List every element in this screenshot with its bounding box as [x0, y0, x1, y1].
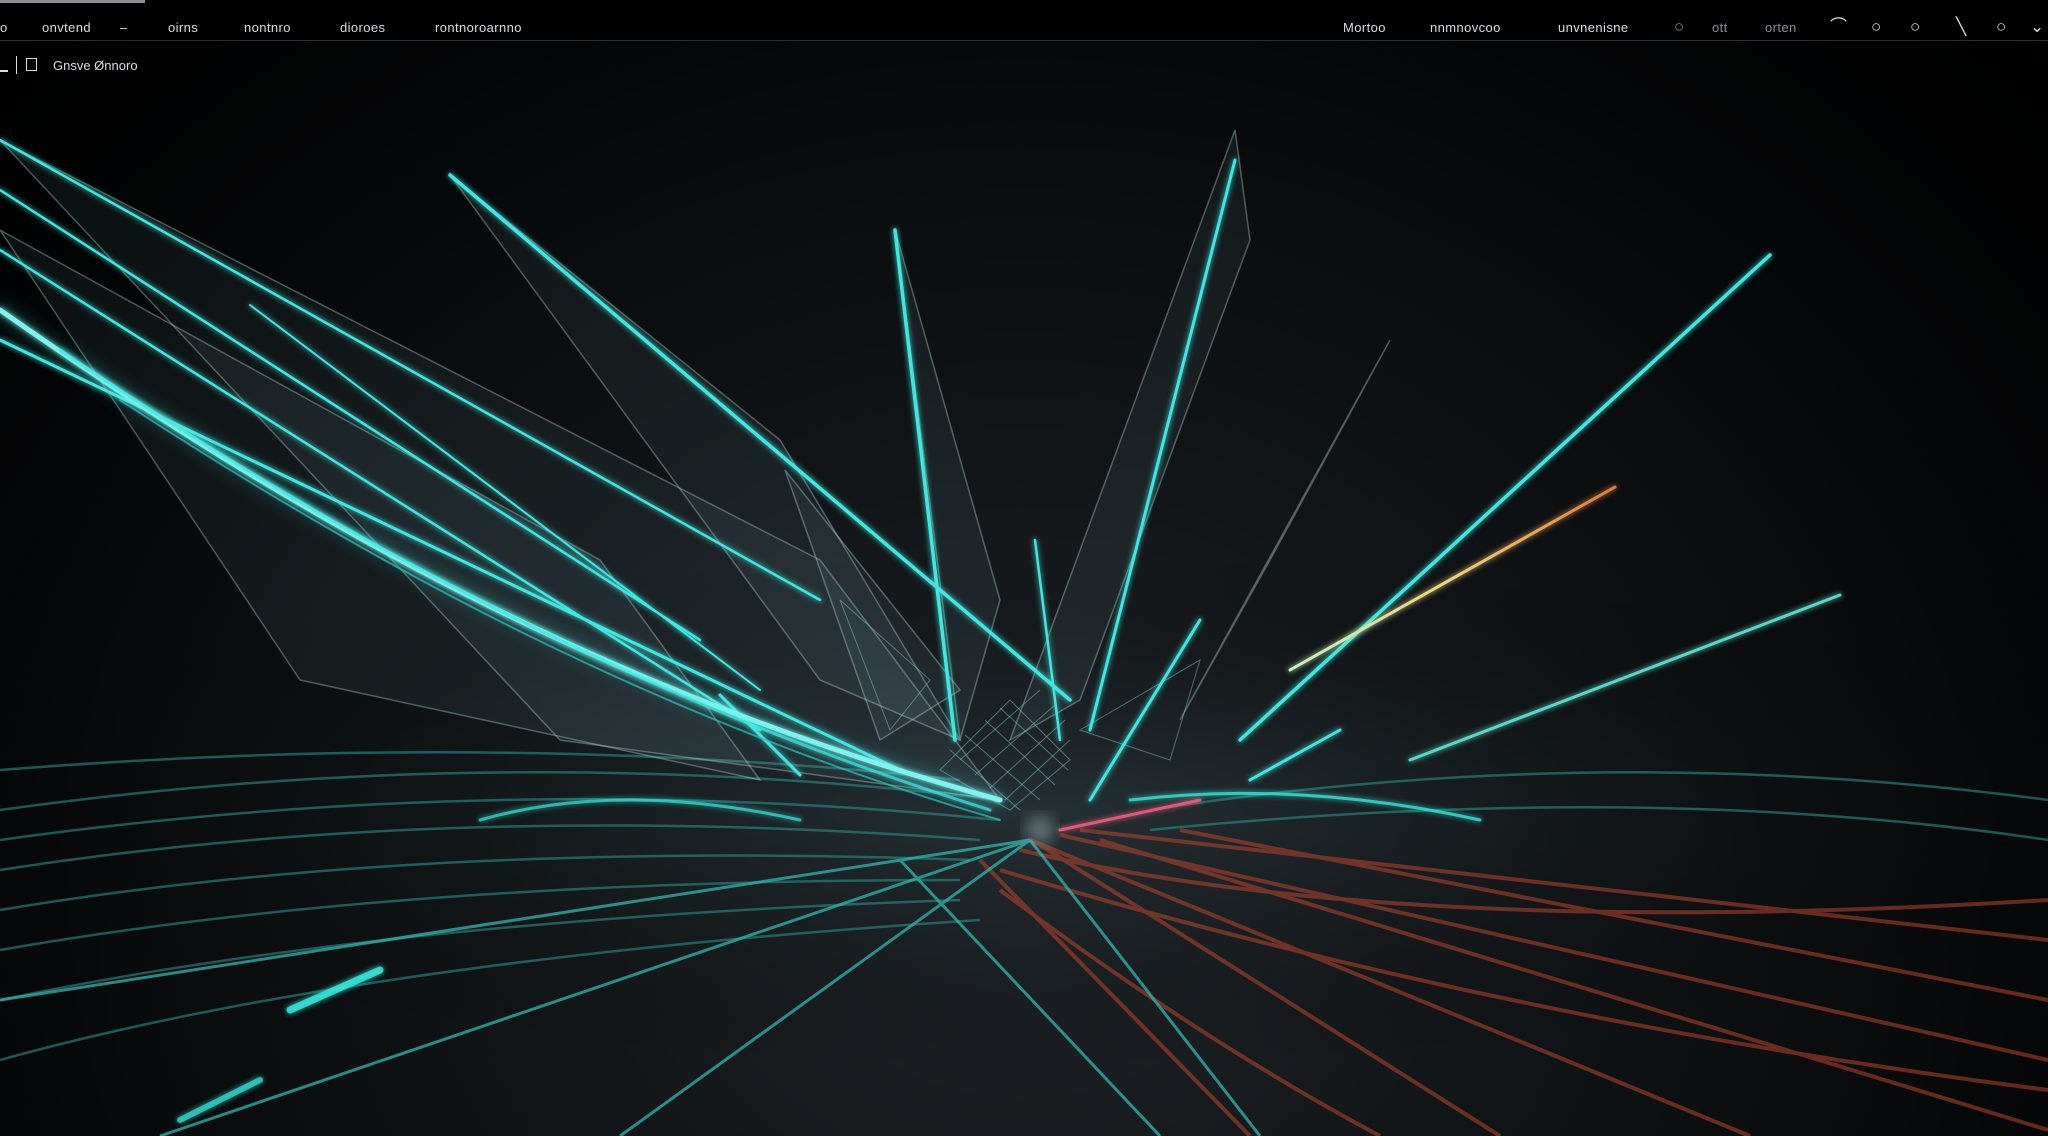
radio-icon[interactable]: ○: [1674, 18, 1684, 35]
menu-item-5[interactable]: dioroes: [340, 20, 385, 35]
circle-tool-icon[interactable]: ○: [1871, 18, 1881, 35]
menu-item-3[interactable]: oirns: [168, 20, 198, 35]
menu-item-right-1[interactable]: nnmnovcoo: [1430, 20, 1501, 35]
document-icon[interactable]: [26, 58, 37, 71]
menu-item-6[interactable]: rontnoroarnno: [435, 20, 522, 35]
menu-item-2[interactable]: –: [120, 20, 128, 35]
center-flare: [1026, 816, 1054, 844]
document-title: Gnsve Ønnoro: [53, 58, 138, 73]
menu-item-right-2[interactable]: unvnenisne: [1558, 20, 1629, 35]
active-tab-indicator: [0, 0, 145, 3]
panel-corner-icon[interactable]: [0, 56, 8, 72]
menu-item-0[interactable]: o: [0, 20, 8, 35]
render-viewport[interactable]: [0, 40, 2048, 1136]
menu-item-4[interactable]: nontnro: [244, 20, 291, 35]
menu-item-dim-1[interactable]: orten: [1765, 20, 1797, 35]
menu-item-1[interactable]: onvtend: [42, 20, 91, 35]
line-tool-icon[interactable]: ╲: [1956, 18, 1966, 35]
chevron-down-icon[interactable]: ⌄: [2030, 18, 2044, 35]
curve-tool-icon[interactable]: ⌒: [1830, 18, 1847, 35]
divider: [16, 56, 17, 74]
menu-item-right-0[interactable]: Mortoo: [1343, 20, 1386, 35]
menu-item-dim-0[interactable]: ott: [1712, 20, 1728, 35]
circle-outline-icon[interactable]: ○: [1910, 18, 1920, 35]
application-window: o onvtend – oirns nontnro dioroes rontno…: [0, 0, 2048, 1136]
menu-bar: o onvtend – oirns nontnro dioroes rontno…: [0, 0, 2048, 41]
record-icon[interactable]: ○: [1996, 18, 2006, 35]
